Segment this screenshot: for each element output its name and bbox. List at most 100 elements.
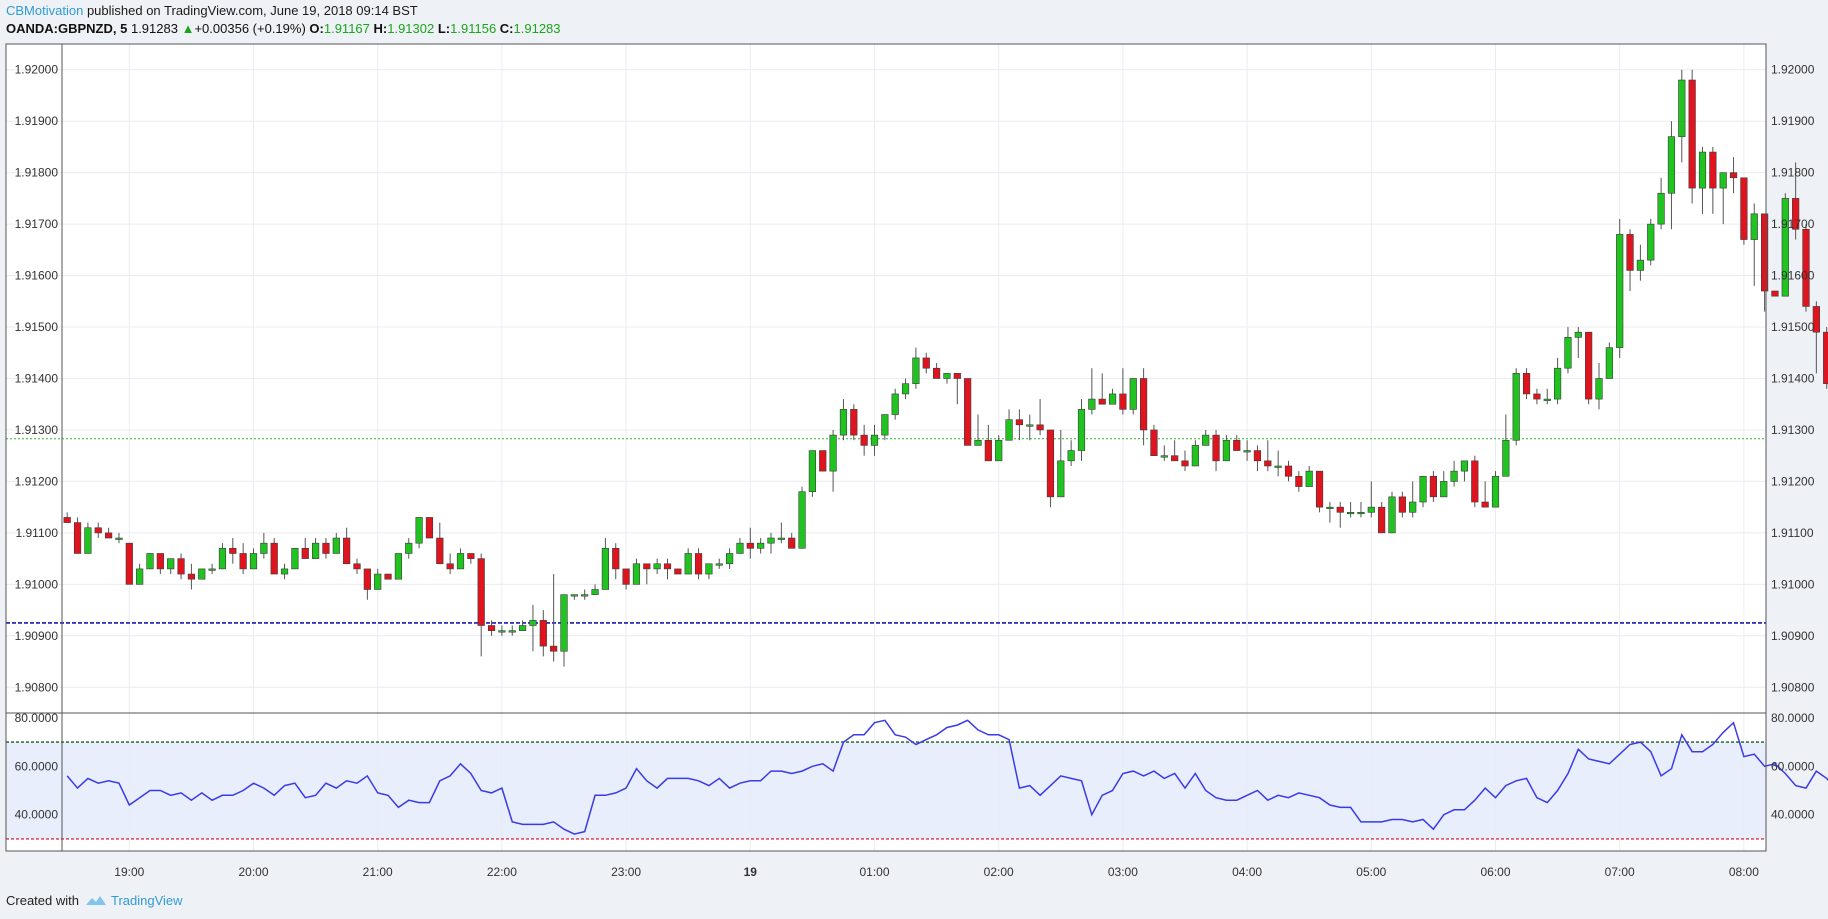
time-tick-2: 21:00 [363,865,393,879]
candle-body [839,409,848,436]
candle-body [1077,409,1086,451]
candle-body [850,409,858,436]
time-tick-9: 04:00 [1232,865,1262,879]
plot-area [6,44,1766,851]
time-tick-6: 01:00 [859,865,889,879]
tradingview-logo-icon [85,895,106,905]
candle-body [508,630,516,633]
candle-body [1026,424,1034,427]
candle-76 [850,404,858,441]
candle-body [912,357,920,384]
rsi-tick-left-1: 60.0000 [15,759,59,773]
candle-body [767,537,775,544]
price-tick-left-0: 1.92000 [15,63,59,77]
candle-body [1564,337,1572,369]
candle-170 [1823,327,1828,389]
candle-149 [1605,342,1613,379]
footer: Created with TradingView [6,893,183,908]
candle-body [125,542,133,585]
candle-body [757,542,765,549]
candle-32 [394,553,403,580]
candle-73 [819,450,827,472]
candle-body [1471,460,1479,503]
candle-body [1326,506,1334,509]
candle-body [1481,501,1489,508]
candle-body [260,542,268,554]
candle-body [674,568,682,575]
price-tick-right-7: 1.91300 [1771,423,1815,437]
candle-body [487,625,496,631]
rsi-tick-right-2: 40.0000 [1771,808,1815,822]
candle-13 [198,568,206,580]
candle-body [1688,79,1696,189]
time-tick-0: 19:00 [114,865,144,879]
candle-body [808,450,816,493]
candle-body [229,548,237,554]
candle-body [415,517,423,544]
candle-body [932,367,941,379]
time-tick-4: 23:00 [611,865,641,879]
candle-body [1108,393,1117,405]
candle-body [1005,419,1013,441]
candle-body [922,357,930,369]
candle-138 [1491,471,1500,508]
candle-body [746,542,754,549]
candle-body [643,563,651,570]
price-tick-left-12: 1.90800 [15,680,59,694]
candle-body [1160,455,1168,458]
candle-body [591,589,599,595]
price-tick-right-5: 1.91500 [1771,320,1815,334]
candle-body [280,568,289,575]
candle-body [1046,429,1055,498]
candle-121 [1315,470,1324,513]
candle-body [829,434,837,472]
price-chart[interactable]: 1.92000 1.92000 1.91900 1.91900 1.91800 1.918… [0,0,1828,919]
candle-103 [1129,378,1137,415]
price-tick-right-0: 1.92000 [1771,63,1815,77]
candle-body [1336,506,1344,513]
candle-body [1626,234,1634,271]
candle-body [249,553,258,570]
candle-body [1605,347,1613,379]
candle-body [601,548,609,590]
candle-71 [798,486,806,549]
candle-body [881,414,889,436]
candle-body [1823,331,1828,384]
candle-body [167,558,175,570]
price-tick-left-2: 1.91800 [15,166,59,180]
candle-body [63,517,71,523]
candle-body [570,594,578,597]
time-tick-11: 06:00 [1480,865,1510,879]
candle-162 [1740,177,1748,245]
candle-body [653,563,661,570]
candle-body [529,620,537,626]
tradingview-link[interactable]: TradingView [111,893,183,908]
candle-body [446,563,454,570]
candle-body [353,563,361,570]
candle-body [1036,424,1044,431]
candle-body [974,439,982,446]
created-with-text: Created with [6,893,79,908]
candle-95 [1046,429,1055,508]
candle-body [1460,460,1469,472]
candle-body [1222,439,1230,462]
candle-body [208,568,216,571]
candle-147 [1585,331,1593,405]
candle-body [1440,481,1448,498]
candle-body [1119,393,1127,410]
candle-body [663,563,672,570]
candle-body [332,537,340,554]
candle-22 [291,548,299,570]
rsi-tick-right-0: 80.0000 [1771,711,1815,725]
candle-body [1678,79,1686,137]
candle-body [632,563,641,585]
candle-body [1171,455,1179,462]
candle-body [1719,172,1727,189]
candle-body [1647,223,1655,261]
candle-body [105,532,113,539]
candle-body [456,553,465,570]
candle-body [1491,475,1500,508]
candle-body [1057,460,1065,498]
candle-body [1595,378,1603,400]
price-tick-right-2: 1.91800 [1771,166,1815,180]
